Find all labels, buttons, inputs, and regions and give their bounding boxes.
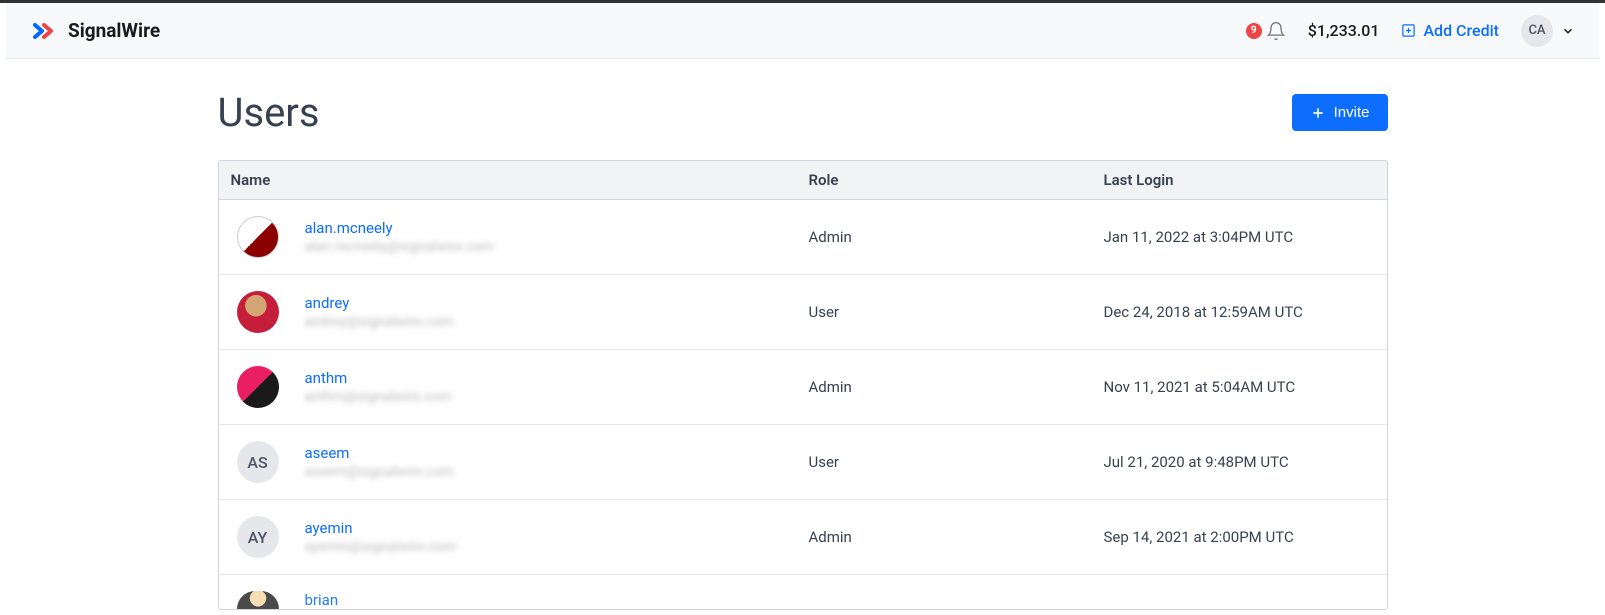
- user-avatar: [237, 366, 279, 408]
- cell-name: andrey andrey@signalwire.com: [219, 291, 809, 333]
- notification-area[interactable]: 9: [1246, 21, 1286, 41]
- avatar: CA: [1521, 15, 1553, 47]
- chevron-down-icon: [1561, 24, 1575, 38]
- bell-icon: [1266, 21, 1286, 41]
- name-stack: anthm anthm@signalwire.com: [305, 369, 452, 405]
- notification-badge: 9: [1246, 23, 1262, 39]
- cell-role: Admin: [809, 228, 1104, 246]
- header-right: 9 $1,233.01 Add Credit CA: [1246, 15, 1575, 47]
- table-row[interactable]: andrey andrey@signalwire.com User Dec 24…: [219, 275, 1387, 350]
- user-email: andrey@signalwire.com: [305, 314, 454, 330]
- invite-label: Invite: [1334, 104, 1370, 121]
- cell-role: User: [809, 453, 1104, 471]
- cell-last-login: Sep 14, 2021 at 2:00PM UTC: [1104, 528, 1387, 546]
- cell-name: alan.mcneely alan.mcneely@signalwire.com: [219, 216, 809, 258]
- add-credit-label: Add Credit: [1423, 21, 1499, 40]
- cell-role: Admin: [809, 378, 1104, 396]
- cell-role: User: [809, 303, 1104, 321]
- name-stack: andrey andrey@signalwire.com: [305, 294, 454, 330]
- name-stack: ayemin ayemin@signalwire.com: [305, 519, 457, 555]
- table-row[interactable]: alan.mcneely alan.mcneely@signalwire.com…: [219, 200, 1387, 275]
- users-table: Name Role Last Login alan.mcneely alan.m…: [218, 160, 1388, 610]
- user-email: aseem@signalwire.com: [305, 464, 454, 480]
- cell-name: AY ayemin ayemin@signalwire.com: [219, 516, 809, 558]
- table-row[interactable]: anthm anthm@signalwire.com Admin Nov 11,…: [219, 350, 1387, 425]
- cell-role: Admin: [809, 528, 1104, 546]
- cell-last-login: Dec 24, 2018 at 12:59AM UTC: [1104, 303, 1387, 321]
- cell-last-login: Jan 11, 2022 at 3:04PM UTC: [1104, 228, 1387, 246]
- invite-button[interactable]: Invite: [1292, 94, 1388, 131]
- table-row[interactable]: AS aseem aseem@signalwire.com User Jul 2…: [219, 425, 1387, 500]
- app-header: SignalWire 9 $1,233.01 Add Credit: [6, 3, 1599, 59]
- table-row[interactable]: brian: [219, 575, 1387, 609]
- name-stack: aseem aseem@signalwire.com: [305, 444, 454, 480]
- account-balance: $1,233.01: [1308, 21, 1380, 40]
- brand-name: SignalWire: [68, 19, 160, 42]
- table-body: alan.mcneely alan.mcneely@signalwire.com…: [219, 200, 1387, 609]
- user-email: ayemin@signalwire.com: [305, 539, 457, 555]
- user-name-link[interactable]: aseem: [305, 444, 454, 462]
- user-name-link[interactable]: brian: [305, 591, 339, 609]
- cell-name: AS aseem aseem@signalwire.com: [219, 441, 809, 483]
- user-name-link[interactable]: ayemin: [305, 519, 457, 537]
- user-avatar: AS: [237, 441, 279, 483]
- column-header-last-login[interactable]: Last Login: [1104, 171, 1387, 189]
- user-avatar: [237, 291, 279, 333]
- name-stack: brian: [305, 591, 339, 609]
- name-stack: alan.mcneely alan.mcneely@signalwire.com: [305, 219, 494, 255]
- cell-last-login: Nov 11, 2021 at 5:04AM UTC: [1104, 378, 1387, 396]
- brand-logo-icon: [30, 17, 58, 45]
- user-avatar: AY: [237, 516, 279, 558]
- table-header: Name Role Last Login: [219, 161, 1387, 200]
- logo-area[interactable]: SignalWire: [30, 17, 160, 45]
- page-title: Users: [218, 89, 320, 136]
- add-credit-button[interactable]: Add Credit: [1401, 21, 1499, 40]
- user-name-link[interactable]: andrey: [305, 294, 454, 312]
- plus-icon: [1310, 105, 1326, 121]
- cell-name: brian: [219, 591, 809, 609]
- user-name-link[interactable]: anthm: [305, 369, 452, 387]
- cell-name: anthm anthm@signalwire.com: [219, 366, 809, 408]
- column-header-name[interactable]: Name: [219, 171, 809, 189]
- user-avatar: [237, 216, 279, 258]
- user-email: alan.mcneely@signalwire.com: [305, 239, 494, 255]
- main-content: Users Invite Name Role Last Login alan.m…: [218, 59, 1388, 610]
- column-header-role[interactable]: Role: [809, 171, 1104, 189]
- cell-last-login: Jul 21, 2020 at 9:48PM UTC: [1104, 453, 1387, 471]
- table-row[interactable]: AY ayemin ayemin@signalwire.com Admin Se…: [219, 500, 1387, 575]
- user-menu[interactable]: CA: [1521, 15, 1575, 47]
- user-avatar: [237, 591, 279, 609]
- user-email: anthm@signalwire.com: [305, 389, 452, 405]
- plus-square-icon: [1401, 23, 1416, 38]
- user-name-link[interactable]: alan.mcneely: [305, 219, 494, 237]
- page-header: Users Invite: [218, 89, 1388, 136]
